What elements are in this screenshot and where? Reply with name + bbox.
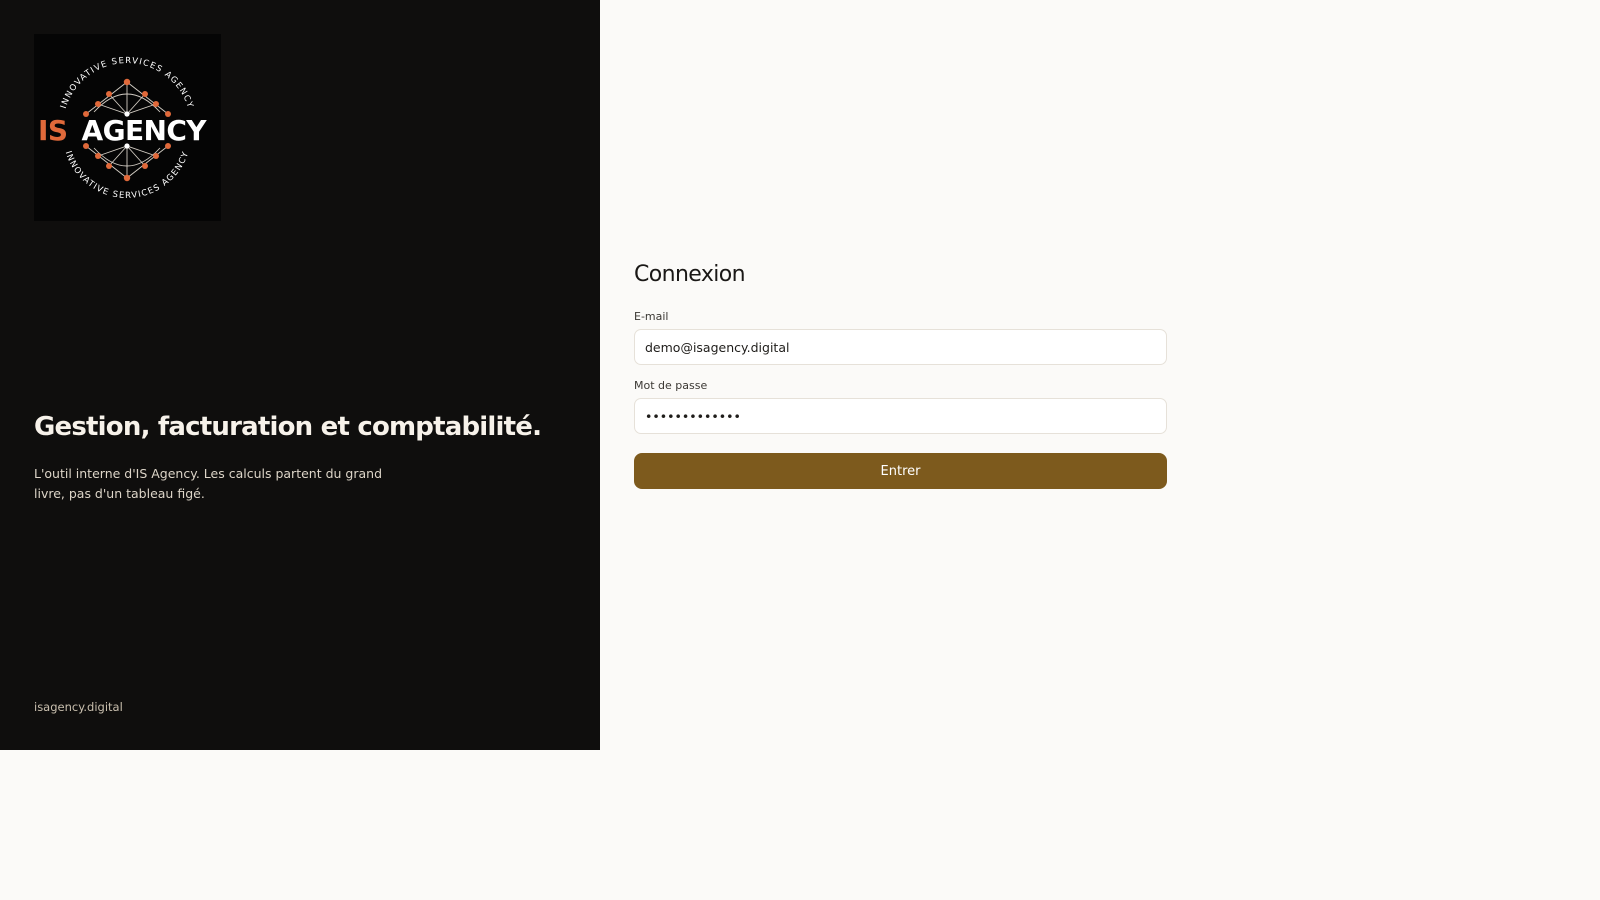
submit-button[interactable]: Entrer: [634, 453, 1167, 489]
svg-text:IS AGENCY: IS AGENCY: [38, 114, 207, 147]
email-label: E-mail: [634, 310, 669, 323]
logo-name-accent: IS: [38, 114, 67, 147]
brand-tagline: Gestion, facturation et comptabilité.: [34, 412, 542, 442]
login-page: INNOVATIVE SERVICES AGENCY INNOVATIVE SE…: [0, 0, 1600, 900]
form-title: Connexion: [634, 262, 746, 287]
is-agency-logo: INNOVATIVE SERVICES AGENCY INNOVATIVE SE…: [34, 34, 221, 221]
login-form: Connexion E-mail Mot de passe Entrer: [634, 258, 1167, 489]
password-field[interactable]: [634, 398, 1167, 434]
brand-panel: INNOVATIVE SERVICES AGENCY INNOVATIVE SE…: [0, 0, 600, 750]
website-link[interactable]: isagency.digital: [34, 700, 123, 714]
password-label: Mot de passe: [634, 379, 708, 392]
email-field[interactable]: [634, 329, 1167, 365]
brand-description: L'outil interne d'IS Agency. Les calculs…: [34, 466, 383, 501]
globe-network-icon: INNOVATIVE SERVICES AGENCY INNOVATIVE SE…: [38, 56, 208, 201]
logo-name-main: AGENCY: [82, 114, 208, 147]
